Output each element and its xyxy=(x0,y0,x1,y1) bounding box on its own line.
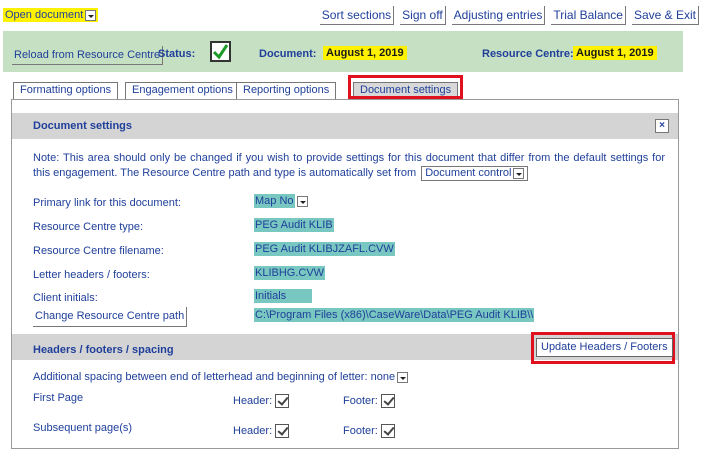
spacing-label: Additional spacing between end of letter… xyxy=(33,371,368,383)
sort-sections-button[interactable]: Sort sections xyxy=(319,6,395,25)
rc-path-value[interactable]: C:\Program Files (x86)\CaseWare\Data\PEG… xyxy=(254,308,535,322)
settings-panel: Document settings × Note: This area shou… xyxy=(11,99,679,449)
chevron-down-icon xyxy=(85,9,97,21)
spacing-row: Additional spacing between end of letter… xyxy=(33,371,409,383)
rc-filename-label: Resource Centre filename: xyxy=(33,245,164,257)
rc-filename-value[interactable]: PEG Audit KLIBJZAFL.CVW xyxy=(254,242,395,256)
tab-formatting-options[interactable]: Formatting options xyxy=(13,82,119,99)
sign-off-button[interactable]: Sign off xyxy=(400,6,446,25)
first-page-header: Header: xyxy=(233,394,290,408)
first-page-label: First Page xyxy=(33,392,84,404)
spacing-select[interactable]: none xyxy=(370,371,409,383)
trial-balance-button[interactable]: Trial Balance xyxy=(551,6,626,25)
primary-link-label: Primary link for this document: xyxy=(33,197,181,209)
tab-bar: Formatting options Engagement options Re… xyxy=(3,75,683,99)
change-rc-path-button[interactable]: Change Resource Centre path xyxy=(33,307,188,327)
reload-button[interactable]: Reload from Resource Centre xyxy=(12,46,164,65)
rc-type-label: Resource Centre type: xyxy=(33,221,144,233)
primary-link-value: Map No xyxy=(254,194,295,208)
tab-engagement-options[interactable]: Engagement options xyxy=(125,82,240,99)
open-document-label: Open document xyxy=(5,9,84,21)
subsequent-header: Header: xyxy=(233,424,290,438)
document-control-dropdown[interactable]: Document control xyxy=(421,166,529,181)
checkmark-icon xyxy=(212,44,229,60)
document-label: Document: xyxy=(259,48,317,60)
subsequent-header-checkbox[interactable] xyxy=(275,424,290,438)
client-initials-field[interactable]: Initials xyxy=(254,289,313,303)
adjusting-entries-button[interactable]: Adjusting entries xyxy=(451,6,546,25)
status-band: Reload from Resource Centre Status: Docu… xyxy=(3,31,683,72)
headers-footers-title: Headers / footers / spacing xyxy=(33,344,174,356)
subsequent-pages-label: Subsequent page(s) xyxy=(33,422,133,434)
header-label: Header: xyxy=(233,424,273,437)
letter-headers-value[interactable]: KLIBHG.CVW xyxy=(254,266,326,280)
resource-centre-date: August 1, 2019 xyxy=(573,46,657,60)
subsequent-footer: Footer: xyxy=(343,424,395,438)
open-document-menu[interactable]: Open document xyxy=(3,8,99,22)
letter-headers-label: Letter headers / footers: xyxy=(33,269,150,281)
close-icon[interactable]: × xyxy=(655,119,669,133)
client-initials-label: Client initials: xyxy=(33,292,98,304)
chevron-down-icon xyxy=(513,167,525,179)
settings-note: Note: This area should only be changed i… xyxy=(33,151,665,181)
document-settings-title: Document settings xyxy=(33,120,133,132)
status-label: Status: xyxy=(158,48,196,60)
subsequent-footer-checkbox[interactable] xyxy=(380,424,395,438)
footer-label: Footer: xyxy=(343,424,378,437)
resource-centre-label: Resource Centre: xyxy=(482,48,574,60)
document-settings-header: Document settings × xyxy=(12,113,678,139)
spacing-value: none xyxy=(370,371,396,383)
save-exit-button[interactable]: Save & Exit xyxy=(631,6,699,25)
first-page-footer-checkbox[interactable] xyxy=(380,394,395,408)
primary-link-select[interactable]: Map No xyxy=(254,194,308,208)
tab-highlight-box xyxy=(348,75,463,99)
note-text: Note: This area should only be changed i… xyxy=(33,152,665,179)
footer-label: Footer: xyxy=(343,394,378,407)
status-checkbox[interactable] xyxy=(210,41,231,62)
update-headers-footers-button[interactable]: Update Headers / Footers xyxy=(536,338,673,357)
chevron-down-icon xyxy=(397,371,409,383)
first-page-footer: Footer: xyxy=(343,394,395,408)
tab-reporting-options[interactable]: Reporting options xyxy=(236,82,337,99)
header-label: Header: xyxy=(233,394,273,407)
document-date: August 1, 2019 xyxy=(323,46,407,60)
document-control-label: Document control xyxy=(425,167,512,179)
rc-type-value[interactable]: PEG Audit KLIB xyxy=(254,218,334,232)
chevron-down-icon xyxy=(296,195,308,207)
first-page-header-checkbox[interactable] xyxy=(275,394,290,408)
top-actions: Sort sections Sign off Adjusting entries… xyxy=(319,6,699,25)
